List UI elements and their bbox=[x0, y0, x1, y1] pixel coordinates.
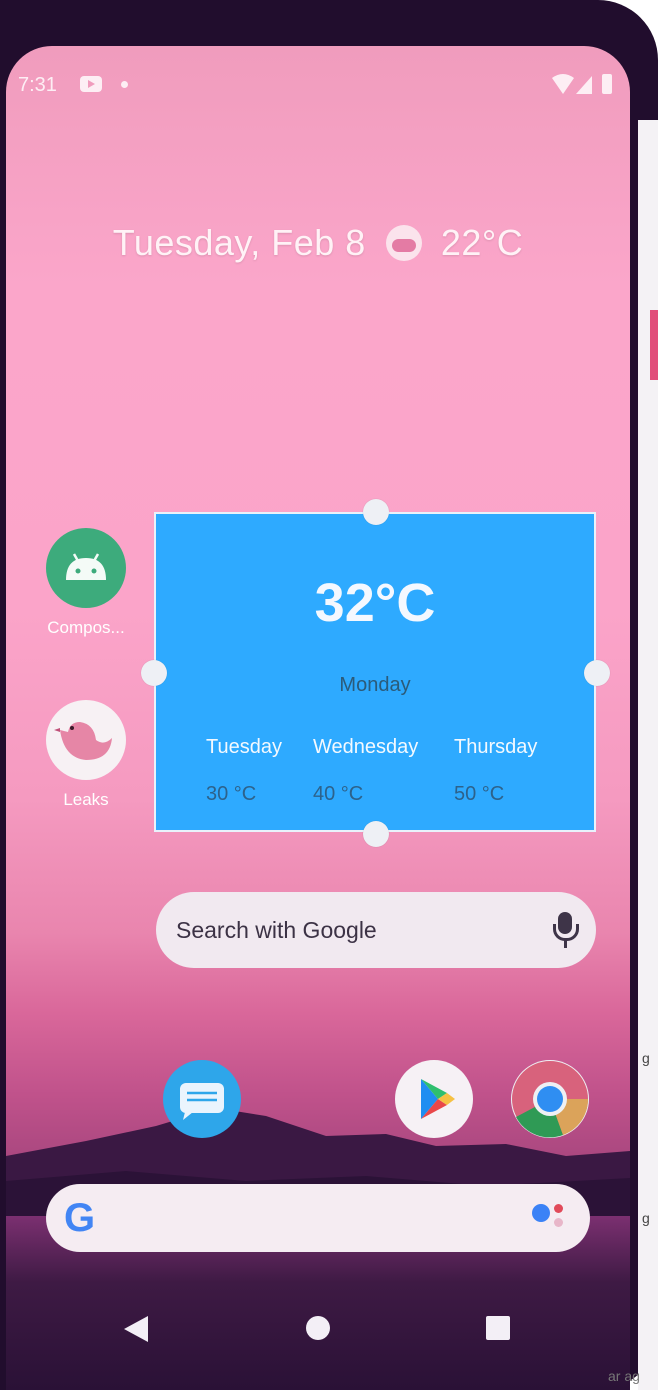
status-time: 7:31 bbox=[18, 74, 57, 96]
home-icon[interactable] bbox=[306, 1316, 330, 1340]
forecast-item: Thursday 50 °C bbox=[454, 736, 537, 806]
at-a-glance-widget[interactable]: Tuesday, Feb 8 22°C bbox=[6, 222, 630, 264]
background-accent bbox=[650, 310, 658, 380]
status-icons bbox=[552, 74, 612, 94]
background-text: g bbox=[642, 1050, 650, 1066]
assistant-dot-pink bbox=[554, 1218, 563, 1227]
current-day: Monday bbox=[339, 674, 411, 696]
android-icon bbox=[46, 528, 126, 608]
google-search-bar[interactable]: G bbox=[46, 1184, 590, 1252]
forecast-temp: 30 °C bbox=[206, 783, 257, 805]
wifi-icon bbox=[552, 74, 574, 94]
app-leaks[interactable]: Leaks bbox=[31, 700, 141, 810]
background-window: g g ar ag bbox=[608, 120, 658, 1390]
glance-temperature: 22°C bbox=[440, 222, 524, 263]
device-frame: 7:31 Tuesday, Feb 8 22°C Compos... Leaks… bbox=[0, 0, 658, 1390]
app-label: Leaks bbox=[63, 790, 109, 809]
forecast-item: Wednesday 40 °C bbox=[313, 736, 418, 806]
home-screen: 7:31 Tuesday, Feb 8 22°C Compos... Leaks… bbox=[6, 46, 630, 1390]
cloud-weather-icon bbox=[386, 225, 423, 261]
weather-widget[interactable]: 32°C Monday Tuesday 30 °C Wednesday 40 °… bbox=[154, 512, 596, 832]
resize-handle-right[interactable] bbox=[584, 660, 610, 686]
leakcanary-bird-icon bbox=[46, 700, 126, 780]
battery-icon bbox=[602, 74, 612, 94]
resize-handle-bottom[interactable] bbox=[363, 821, 389, 847]
search-placeholder: Search with Google bbox=[176, 917, 377, 943]
app-label: Compos... bbox=[47, 618, 125, 637]
background-text: ar ag bbox=[608, 1368, 640, 1384]
google-logo-icon: G bbox=[64, 1196, 96, 1240]
recents-icon[interactable] bbox=[486, 1316, 510, 1340]
assistant-icon[interactable] bbox=[532, 1204, 550, 1222]
youtube-notification-icon bbox=[80, 76, 102, 92]
back-icon[interactable] bbox=[124, 1316, 148, 1342]
search-bar[interactable]: Search with Google bbox=[156, 892, 596, 968]
resize-handle-left[interactable] bbox=[141, 660, 167, 686]
forecast-temp: 50 °C bbox=[454, 783, 505, 805]
glance-date: Tuesday, Feb 8 bbox=[112, 222, 366, 263]
resize-handle-top[interactable] bbox=[363, 499, 389, 525]
background-text: g bbox=[642, 1210, 650, 1226]
assistant-dot-red bbox=[554, 1204, 563, 1213]
messages-icon[interactable] bbox=[163, 1060, 241, 1138]
forecast-day: Thursday bbox=[454, 736, 538, 758]
forecast-item: Tuesday 30 °C bbox=[206, 736, 282, 806]
notification-dot-icon bbox=[121, 81, 128, 88]
forecast-day: Wednesday bbox=[313, 736, 419, 758]
navigation-bar bbox=[6, 1286, 630, 1386]
signal-icon bbox=[576, 76, 592, 94]
chrome-icon[interactable] bbox=[511, 1060, 589, 1138]
current-temperature: 32°C bbox=[314, 573, 436, 633]
play-store-icon[interactable] bbox=[395, 1060, 473, 1138]
forecast-day: Tuesday bbox=[206, 736, 282, 758]
status-bar: 7:31 bbox=[6, 46, 630, 126]
forecast-temp: 40 °C bbox=[313, 783, 364, 805]
microphone-icon[interactable] bbox=[553, 912, 579, 948]
app-compose[interactable]: Compos... bbox=[31, 528, 141, 638]
